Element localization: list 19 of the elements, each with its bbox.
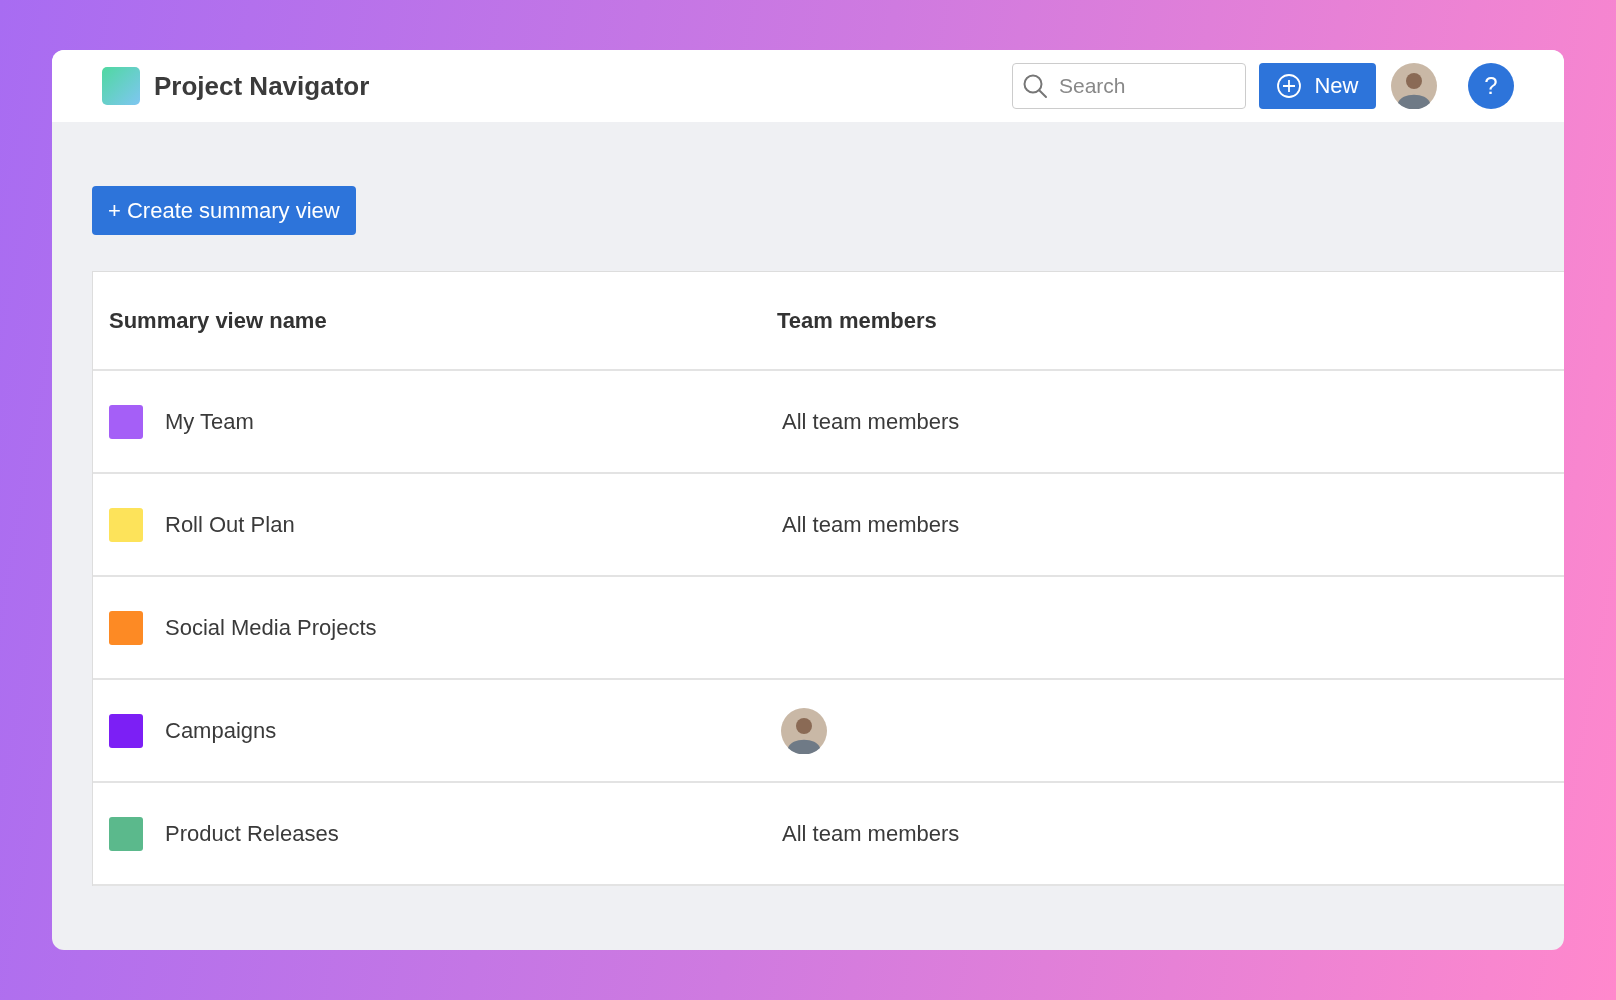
logo-icon	[102, 67, 140, 105]
avatar-icon	[781, 707, 827, 754]
new-button[interactable]: New	[1259, 63, 1376, 109]
team-members-cell: All team members	[782, 408, 960, 435]
column-header: Team members	[777, 307, 937, 334]
team-members-cell: All team members	[782, 511, 960, 538]
summary-view-name[interactable]: Social Media Projects	[165, 614, 377, 641]
search-field[interactable]: Search	[1012, 63, 1246, 109]
help-button[interactable]: ?	[1468, 63, 1514, 109]
column-header: Summary view name	[109, 307, 327, 334]
summary-view-name[interactable]: Product Releases	[165, 820, 339, 847]
team-members-cell: All team members	[782, 820, 960, 847]
plus-circle-icon	[1276, 73, 1303, 99]
summary-view-name[interactable]: Campaigns	[165, 717, 277, 744]
app-title: Project Navigator	[154, 70, 370, 102]
summary-view-name[interactable]: Roll Out Plan	[165, 511, 295, 538]
summary-view-name[interactable]: My Team	[165, 408, 254, 435]
avatar-icon[interactable]	[1391, 63, 1437, 109]
create-summary-view-button[interactable]: + Create summary view	[92, 186, 356, 235]
